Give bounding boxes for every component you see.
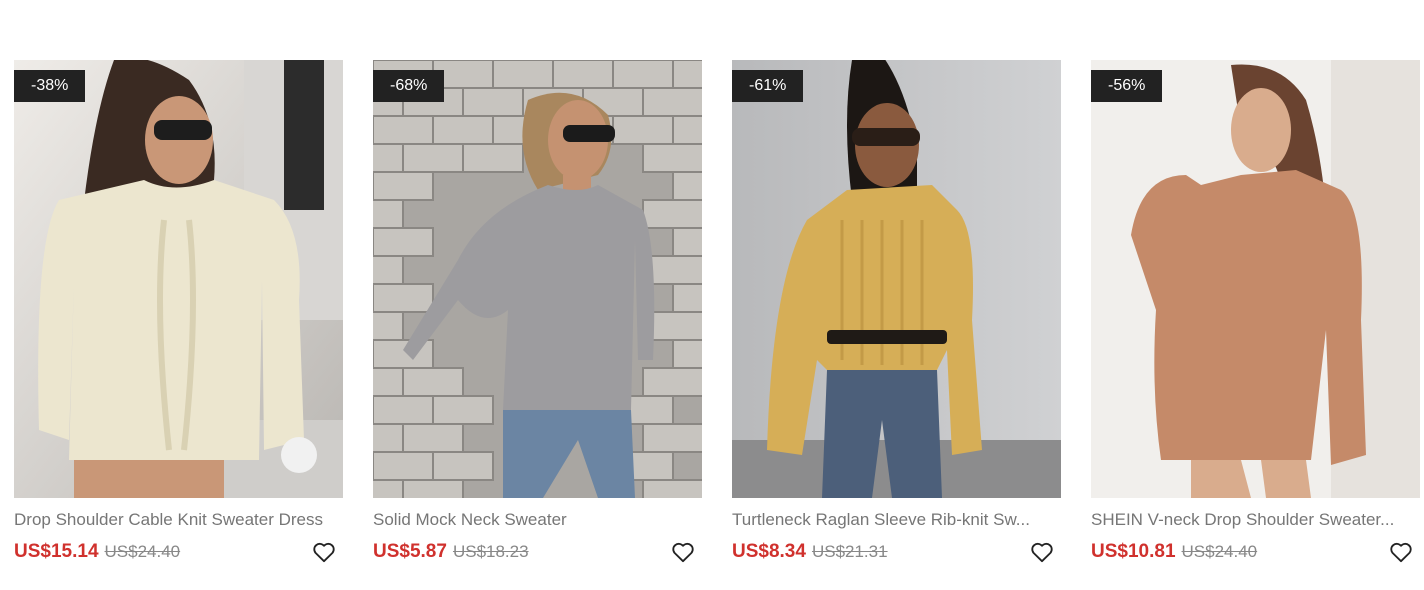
product-grid: -38% Drop Shoulder Cable Knit Sweater Dr… bbox=[14, 60, 1420, 565]
sale-price: US$15.14 bbox=[14, 541, 99, 562]
product-photo bbox=[14, 60, 343, 498]
product-title[interactable]: Turtleneck Raglan Sleeve Rib-knit Sw... bbox=[732, 510, 1061, 530]
product-image[interactable]: -38% bbox=[14, 60, 343, 498]
discount-badge: -56% bbox=[1091, 70, 1163, 102]
wishlist-heart-icon[interactable] bbox=[1388, 539, 1414, 565]
wishlist-heart-icon[interactable] bbox=[1029, 539, 1055, 565]
product-photo bbox=[732, 60, 1061, 498]
original-price: US$18.23 bbox=[452, 542, 529, 561]
price-row: US$15.14 US$24.40 bbox=[14, 539, 343, 565]
product-title[interactable]: Drop Shoulder Cable Knit Sweater Dress bbox=[14, 510, 343, 530]
sale-price: US$5.87 bbox=[373, 541, 447, 562]
product-title[interactable]: SHEIN V-neck Drop Shoulder Sweater... bbox=[1091, 510, 1420, 530]
discount-badge: -68% bbox=[373, 70, 445, 102]
product-card: -61% Turtleneck Raglan Sleeve Rib-knit S… bbox=[732, 60, 1061, 565]
discount-badge: -61% bbox=[732, 70, 804, 102]
price-row: US$5.87 US$18.23 bbox=[373, 539, 702, 565]
wishlist-heart-icon[interactable] bbox=[670, 539, 696, 565]
original-price: US$21.31 bbox=[811, 542, 888, 561]
original-price: US$24.40 bbox=[104, 542, 181, 561]
product-image[interactable]: -56% bbox=[1091, 60, 1420, 498]
product-image[interactable]: -68% bbox=[373, 60, 702, 498]
discount-badge: -38% bbox=[14, 70, 86, 102]
price-row: US$8.34 US$21.31 bbox=[732, 539, 1061, 565]
product-image[interactable]: -61% bbox=[732, 60, 1061, 498]
product-photo bbox=[1091, 60, 1420, 498]
product-photo bbox=[373, 60, 702, 498]
sale-price: US$8.34 bbox=[732, 541, 806, 562]
product-card: -38% Drop Shoulder Cable Knit Sweater Dr… bbox=[14, 60, 343, 565]
product-card: -68% Solid Mock Neck Sweater US$5.87 US$… bbox=[373, 60, 702, 565]
price-row: US$10.81 US$24.40 bbox=[1091, 539, 1420, 565]
product-card: -56% SHEIN V-neck Drop Shoulder Sweater.… bbox=[1091, 60, 1420, 565]
wishlist-heart-icon[interactable] bbox=[311, 539, 337, 565]
original-price: US$24.40 bbox=[1181, 542, 1258, 561]
sale-price: US$10.81 bbox=[1091, 541, 1176, 562]
product-title[interactable]: Solid Mock Neck Sweater bbox=[373, 510, 702, 530]
